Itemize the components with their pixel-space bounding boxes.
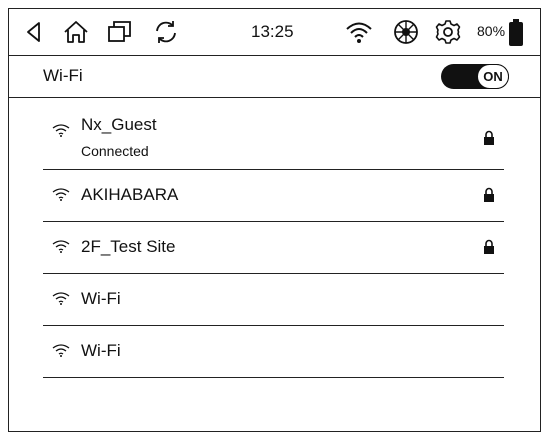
battery-percent: 80%	[477, 23, 506, 39]
network-list: Nx_Guest Connected AKIHABARA 2F_Test Sit…	[43, 97, 504, 378]
lock-icon	[483, 130, 495, 145]
back-icon[interactable]	[19, 18, 49, 46]
wifi-signal-icon	[52, 239, 70, 253]
gear-icon[interactable]	[433, 18, 463, 46]
network-ssid: AKIHABARA	[81, 185, 179, 204]
toggle-label: ON	[477, 64, 509, 89]
network-row-akihabara[interactable]: AKIHABARA	[43, 170, 504, 222]
screen-frame: 13:25 80% Wi-Fi ON Nx_Guest Connected AK…	[8, 8, 541, 432]
wifi-header: Wi-Fi ON	[9, 55, 540, 98]
network-ssid: Wi-Fi	[81, 289, 121, 308]
network-row-wifi-2[interactable]: Wi-Fi	[43, 326, 504, 378]
network-ssid: Wi-Fi	[81, 341, 121, 360]
network-status: Connected	[81, 143, 149, 159]
clock-time: 13:25	[251, 22, 294, 41]
lock-icon	[483, 187, 495, 202]
wifi-signal-icon	[52, 123, 70, 137]
status-bar: 13:25 80%	[9, 9, 540, 56]
lock-icon	[483, 239, 495, 254]
network-row-wifi[interactable]: Wi-Fi	[43, 274, 504, 326]
refresh-icon[interactable]	[151, 18, 181, 46]
wifi-toggle[interactable]: ON	[441, 64, 509, 89]
home-icon[interactable]	[61, 18, 91, 46]
network-ssid: 2F_Test Site	[81, 237, 176, 256]
aperture-icon[interactable]	[391, 18, 421, 46]
page-title: Wi-Fi	[43, 66, 83, 85]
multitask-icon[interactable]	[105, 18, 135, 46]
wifi-signal-icon	[52, 187, 70, 201]
network-row-nx-guest[interactable]: Nx_Guest Connected	[43, 97, 504, 170]
battery-icon	[509, 19, 523, 46]
network-row-2f-test-site[interactable]: 2F_Test Site	[43, 222, 504, 274]
network-ssid: Nx_Guest	[81, 115, 157, 134]
wifi-signal-icon	[52, 343, 70, 357]
wifi-icon[interactable]	[344, 18, 374, 46]
wifi-signal-icon	[52, 291, 70, 305]
